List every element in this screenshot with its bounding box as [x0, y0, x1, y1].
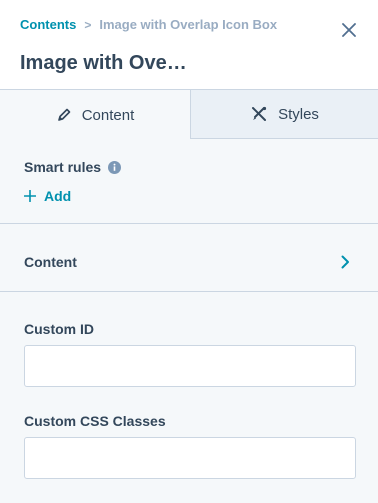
custom-css-classes-input[interactable]: [24, 437, 356, 479]
custom-id-label: Custom ID: [24, 321, 94, 337]
panel-header: Contents > Image with Overlap Icon Box I…: [0, 0, 378, 90]
breadcrumb-separator: >: [84, 17, 92, 32]
chevron-right-icon: [341, 255, 349, 269]
tab-styles-label: Styles: [278, 105, 319, 123]
plus-icon: [24, 190, 36, 202]
tab-content[interactable]: Content: [0, 90, 190, 140]
info-icon[interactable]: [108, 161, 121, 174]
content-section-label: Content: [24, 254, 77, 270]
breadcrumb-current: Image with Overlap Icon Box: [99, 17, 278, 32]
smart-rules-label: Smart rules: [24, 159, 102, 175]
pencil-icon: [57, 108, 71, 121]
close-button[interactable]: [338, 19, 360, 41]
breadcrumb-link-contents[interactable]: Contents: [20, 17, 76, 32]
page-title: Image with Ove…: [20, 52, 187, 74]
tab-styles[interactable]: Styles: [190, 90, 378, 139]
custom-css-classes-label: Custom CSS Classes: [24, 413, 166, 429]
tab-content-label: Content: [81, 106, 135, 124]
add-smart-rule-button[interactable]: Add: [24, 186, 71, 206]
divider: [0, 291, 378, 292]
breadcrumb: Contents > Image with Overlap Icon Box: [20, 17, 277, 32]
close-icon: [342, 23, 356, 37]
add-label: Add: [44, 188, 72, 204]
content-accordion[interactable]: Content: [0, 224, 378, 291]
tab-bar: Content Styles: [0, 89, 378, 140]
brush-tools-icon: [252, 106, 267, 121]
custom-id-input[interactable]: [24, 345, 356, 387]
